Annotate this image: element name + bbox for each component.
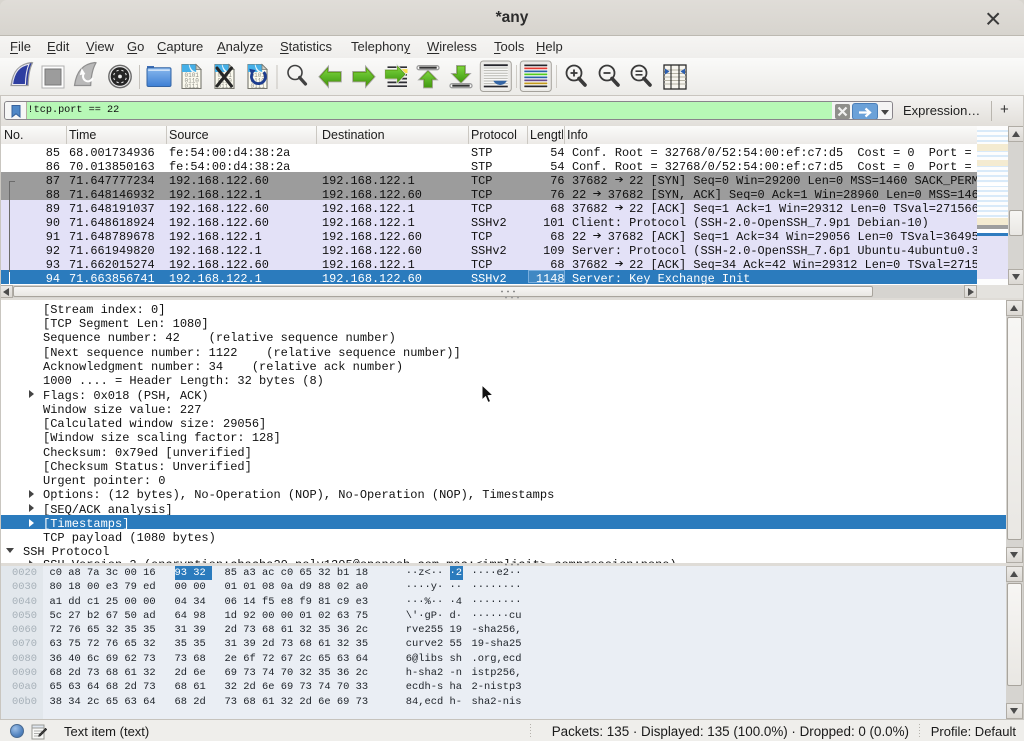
svg-text:0111: 0111 — [185, 83, 200, 90]
